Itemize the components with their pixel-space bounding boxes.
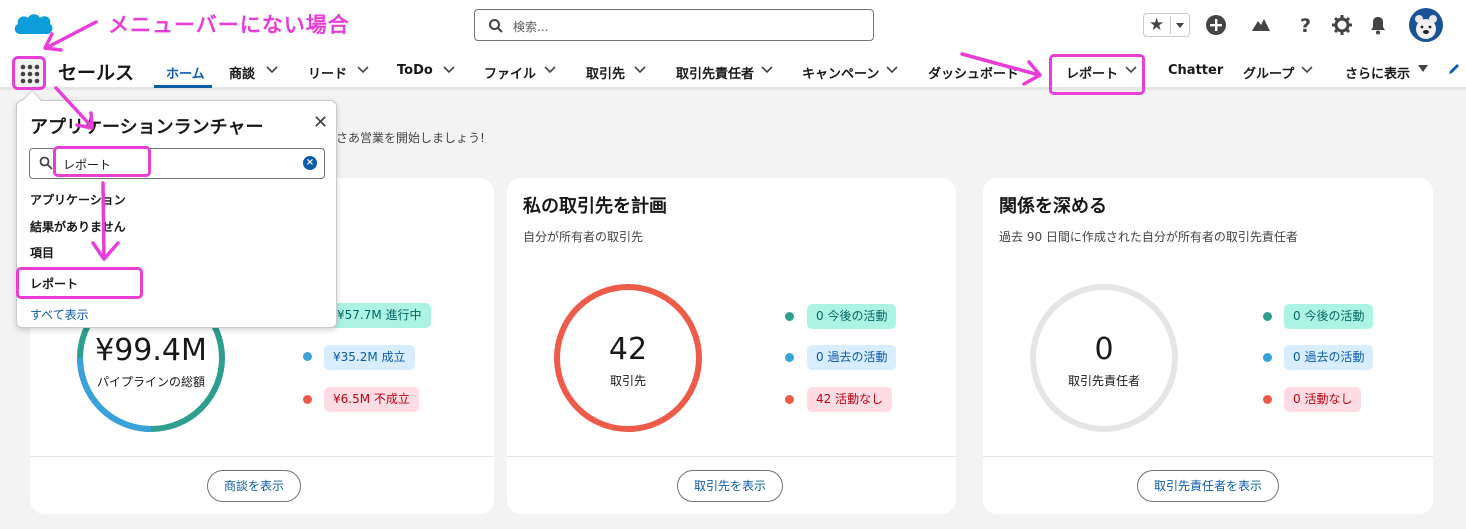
reports-tab-highlight bbox=[1049, 54, 1145, 95]
card-divider bbox=[30, 456, 494, 457]
legend-pill-upcoming: 0 今後の活動 bbox=[1284, 304, 1374, 329]
tab-files[interactable]: ファイル bbox=[484, 63, 536, 82]
view-accounts-button[interactable]: 取引先を表示 bbox=[677, 470, 783, 502]
card-deepen-relationships: 関係を深める 過去 90 日間に作成された自分が所有者の取引先責任者 0 取引先… bbox=[983, 178, 1433, 514]
tab-leads[interactable]: リード bbox=[308, 63, 347, 82]
items-section-header: 項目 bbox=[30, 246, 55, 260]
card-subtitle: 自分が所有者の取引先 bbox=[523, 230, 644, 244]
card-subtitle: 過去 90 日間に作成された自分が所有者の取引先責任者 bbox=[999, 230, 1298, 244]
setup-gear-icon[interactable] bbox=[1331, 14, 1353, 36]
search-placeholder: 検索... bbox=[513, 20, 549, 34]
legend-dot-blue bbox=[303, 352, 312, 361]
annotation-title: メニューバーにない場合 bbox=[108, 13, 350, 37]
bell-icon[interactable] bbox=[1367, 14, 1389, 36]
legend-dot-red bbox=[785, 395, 794, 404]
view-opportunities-button[interactable]: 商談を表示 bbox=[207, 470, 301, 502]
search-icon bbox=[39, 156, 53, 170]
view-contacts-button[interactable]: 取引先責任者を表示 bbox=[1137, 470, 1279, 502]
chevron-down-icon[interactable] bbox=[544, 66, 556, 74]
tab-groups[interactable]: グループ bbox=[1243, 63, 1294, 82]
card-center-label: パイプラインの総額 bbox=[96, 375, 205, 389]
close-icon[interactable]: ✕ bbox=[313, 112, 328, 133]
chevron-down-icon[interactable] bbox=[266, 66, 278, 74]
chevron-down-icon[interactable] bbox=[357, 66, 369, 74]
favorites-dropdown[interactable] bbox=[1170, 16, 1188, 34]
card-center-value: 42 bbox=[608, 332, 648, 367]
tab-chatter[interactable]: Chatter bbox=[1168, 63, 1223, 78]
launcher-title: アプリケーションランチャー bbox=[30, 117, 264, 138]
tab-todo[interactable]: ToDo bbox=[397, 63, 433, 78]
result-highlight bbox=[16, 267, 143, 299]
legend-pill-past: 0 過去の活動 bbox=[807, 345, 897, 370]
legend-dot-green bbox=[785, 312, 794, 321]
chevron-down-icon[interactable] bbox=[886, 66, 898, 74]
tab-dashboards[interactable]: ダッシュボード bbox=[928, 63, 1019, 82]
chevron-down-icon[interactable] bbox=[1301, 66, 1313, 74]
legend-pill-none: 0 活動なし bbox=[1284, 387, 1362, 412]
card-plan-accounts: 私の取引先を計画 自分が所有者の取引先 42 取引先 0 今後の活動 0 過去の… bbox=[507, 178, 956, 514]
tab-opportunities[interactable]: 商談 bbox=[229, 63, 255, 82]
legend-dot-red bbox=[1263, 395, 1272, 404]
svg-text:?: ? bbox=[1300, 15, 1311, 36]
no-results-text: 結果がありません bbox=[30, 220, 126, 234]
app-launcher-button[interactable] bbox=[12, 56, 46, 90]
trailhead-icon[interactable] bbox=[1250, 14, 1272, 36]
chevron-down-icon bbox=[1176, 23, 1184, 28]
card-divider bbox=[983, 456, 1433, 457]
edit-pencil-icon[interactable] bbox=[1447, 62, 1461, 76]
legend-pill-lost: ¥6.5M 不成立 bbox=[324, 387, 419, 412]
app-launcher-waffle-icon bbox=[20, 64, 40, 84]
greeting-text: さあ営業を開始しましょう! bbox=[336, 131, 485, 145]
card-center-value: ¥99.4M bbox=[95, 333, 207, 368]
search-value-highlight bbox=[53, 146, 151, 177]
add-icon[interactable] bbox=[1205, 14, 1227, 36]
chevron-down-icon[interactable] bbox=[634, 66, 646, 74]
card-center-label: 取引先責任者 bbox=[1067, 374, 1140, 388]
app-nav-bar: セールス ホーム 商談 リード ToDo ファイル 取引先 取引先責任者 キャン… bbox=[0, 50, 1466, 95]
tab-accounts[interactable]: 取引先 bbox=[586, 63, 625, 82]
card-title: 私の取引先を計画 bbox=[523, 196, 667, 217]
active-tab-indicator bbox=[154, 85, 212, 88]
legend-dot-red bbox=[303, 395, 312, 404]
card-title: 関係を深める bbox=[999, 196, 1107, 217]
global-search-box[interactable]: 検索... bbox=[474, 9, 874, 41]
legend-pill-past: 0 過去の活動 bbox=[1284, 345, 1374, 370]
tab-more[interactable]: さらに表示 bbox=[1345, 63, 1410, 82]
card-divider bbox=[507, 456, 956, 457]
card-center-label: 取引先 bbox=[609, 374, 646, 388]
legend-pill-none: 42 活動なし bbox=[807, 387, 893, 412]
legend-dot-blue bbox=[1263, 353, 1272, 362]
salesforce-cloud-logo[interactable] bbox=[12, 10, 54, 40]
tab-home[interactable]: ホーム bbox=[166, 63, 205, 82]
card-center-value: 0 bbox=[1094, 332, 1114, 367]
apps-section-header: アプリケーション bbox=[30, 193, 126, 207]
clear-icon[interactable]: × bbox=[303, 156, 317, 170]
chevron-down-icon[interactable] bbox=[761, 66, 773, 74]
bear-avatar-icon bbox=[1415, 15, 1437, 39]
legend-pill-upcoming: 0 今後の活動 bbox=[807, 304, 897, 329]
search-icon bbox=[489, 19, 503, 33]
avatar[interactable] bbox=[1409, 8, 1443, 42]
help-icon[interactable]: ? bbox=[1294, 14, 1316, 36]
popover-nub bbox=[22, 90, 42, 110]
tab-contacts[interactable]: 取引先責任者 bbox=[676, 63, 754, 82]
legend-pill-won: ¥35.2M 成立 bbox=[324, 345, 415, 370]
more-dropdown-icon[interactable] bbox=[1418, 65, 1428, 72]
legend-dot-green bbox=[1263, 312, 1272, 321]
favorites-button[interactable]: ★ bbox=[1143, 13, 1190, 37]
star-icon: ★ bbox=[1149, 15, 1165, 35]
global-header: メニューバーにない場合 検索... ★ ? bbox=[0, 0, 1466, 50]
show-all-link[interactable]: すべて表示 bbox=[30, 306, 89, 323]
legend-dot-blue bbox=[785, 353, 794, 362]
chevron-down-icon[interactable] bbox=[443, 66, 455, 74]
legend-pill-open: ¥57.7M 進行中 bbox=[328, 303, 431, 328]
app-name: セールス bbox=[58, 62, 135, 84]
tab-campaigns[interactable]: キャンペーン bbox=[802, 63, 879, 82]
